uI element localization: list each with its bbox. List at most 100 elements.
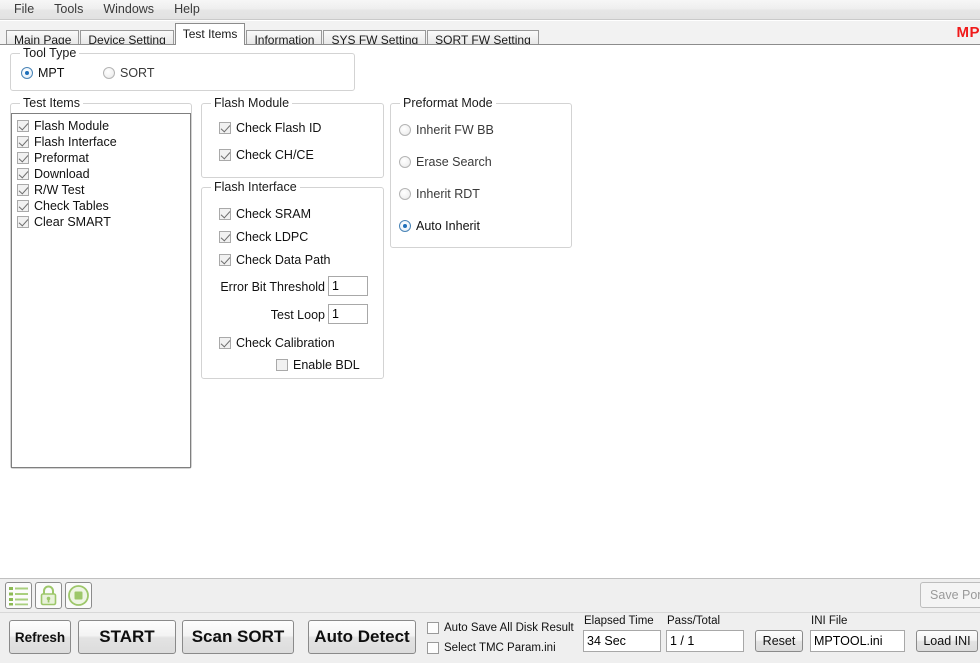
list-item-label: Clear SMART [34,215,111,229]
checkbox-auto-save-all-disk-result[interactable]: Auto Save All Disk Result [427,622,574,634]
radio-dot-icon [21,67,33,79]
radio-label: Inherit RDT [416,187,480,201]
radio-label: MPT [38,66,65,80]
checkbox-icon [219,231,231,243]
application-window: File Tools Windows Help Main Page Device… [0,0,980,663]
preformat-mode-group: Preformat Mode Inherit FW BB Erase Searc… [390,96,572,248]
checkbox-label: Check LDPC [236,230,309,244]
checkbox-icon [219,208,231,220]
menu-windows[interactable]: Windows [94,1,163,19]
reset-button[interactable]: Reset [755,630,803,652]
save-port-button[interactable]: Save Port [920,582,980,608]
menu-file[interactable]: File [5,1,43,19]
list-item-label: Download [34,167,90,181]
scan-sort-button[interactable]: Scan SORT [182,620,294,654]
flash-module-legend: Flash Module [211,96,293,110]
checkbox-enable-bdl[interactable]: Enable BDL [276,358,360,372]
list-item-check-tables[interactable]: Check Tables [17,199,109,213]
list-item-label: Flash Module [34,119,110,133]
radio-auto-inherit[interactable]: Auto Inherit [399,219,480,233]
checkbox-check-sram[interactable]: Check SRAM [219,207,311,221]
lock-icon [40,585,57,606]
radio-dot-icon [399,156,411,168]
checkbox-icon [17,120,29,132]
checkbox-check-flash-id[interactable]: Check Flash ID [219,121,321,135]
checkbox-check-ch-ce[interactable]: Check CH/CE [219,148,314,162]
list-item-label: Flash Interface [34,135,117,149]
checkbox-label: Check SRAM [236,207,312,221]
ini-file-label: INI File [811,615,848,627]
test-loop-label: Test Loop [270,308,325,322]
checkbox-label: Check Data Path [236,253,331,267]
elapsed-time-label: Elapsed Time [584,615,654,627]
checkbox-select-tmc-param[interactable]: Select TMC Param.ini [427,642,556,654]
checkbox-label: Check Calibration [236,336,335,350]
list-item-preformat[interactable]: Preformat [17,151,89,165]
toolbar-divider [0,612,980,613]
radio-label: Auto Inherit [416,219,480,233]
flash-interface-group: Flash Interface Check SRAM Check LDPC Ch… [201,180,384,379]
test-items-legend: Test Items [20,96,83,110]
checkbox-label: Check Flash ID [236,121,322,135]
checkbox-icon [427,642,439,654]
radio-tool-type-sort[interactable]: SORT [103,66,155,80]
refresh-button[interactable]: Refresh [9,620,71,654]
menu-bar: File Tools Windows Help [0,0,980,20]
tab-bar: Main Page Device Setting Test Items Info… [0,21,980,48]
checkbox-label: Check CH/CE [236,148,314,162]
test-loop-input[interactable]: 1 [328,304,368,324]
radio-dot-icon [399,188,411,200]
radio-inherit-fw-bb[interactable]: Inherit FW BB [399,123,494,137]
checkbox-icon [17,200,29,212]
checkbox-icon [276,359,288,371]
preformat-mode-legend: Preformat Mode [400,96,496,110]
test-items-listbox[interactable]: Flash Module Flash Interface Preformat D… [11,113,191,468]
elapsed-time-value: 34 Sec [583,630,661,652]
radio-dot-icon [399,220,411,232]
menu-tools[interactable]: Tools [45,1,92,19]
radio-erase-search[interactable]: Erase Search [399,155,492,169]
checkbox-check-calibration[interactable]: Check Calibration [219,336,335,350]
radio-inherit-rdt[interactable]: Inherit RDT [399,187,480,201]
checkbox-check-ldpc[interactable]: Check LDPC [219,230,308,244]
checkbox-icon [219,149,231,161]
list-item-label: R/W Test [34,183,85,197]
load-ini-button[interactable]: Load INI [916,630,978,652]
list-item-label: Preformat [34,151,89,165]
list-item-label: Check Tables [34,199,109,213]
list-icon-button[interactable] [5,582,32,609]
checkbox-label: Enable BDL [293,358,360,372]
test-items-page: Tool Type MPT SORT Test Items Flash Modu… [0,44,980,578]
radio-label: Inherit FW BB [416,123,494,137]
tool-type-legend: Tool Type [20,46,80,60]
list-item-flash-module[interactable]: Flash Module [17,119,109,133]
list-item-clear-smart[interactable]: Clear SMART [17,215,111,229]
lock-icon-button[interactable] [35,582,62,609]
stop-icon-button[interactable] [65,582,92,609]
radio-tool-type-mpt[interactable]: MPT [21,66,64,80]
list-item-rw-test[interactable]: R/W Test [17,183,84,197]
tab-test-items[interactable]: Test Items [174,23,246,45]
menu-help[interactable]: Help [165,1,209,19]
list-item-flash-interface[interactable]: Flash Interface [17,135,117,149]
checkbox-icon [219,122,231,134]
radio-label: Erase Search [416,155,492,169]
checkbox-check-data-path[interactable]: Check Data Path [219,253,331,267]
checkbox-icon [17,216,29,228]
auto-detect-button[interactable]: Auto Detect [308,620,416,654]
list-item-download[interactable]: Download [17,167,90,181]
start-button[interactable]: START [78,620,176,654]
tool-type-group: Tool Type MPT SORT [10,46,355,91]
checkbox-icon [17,152,29,164]
error-bit-threshold-input[interactable]: 1 [328,276,368,296]
checkbox-icon [427,622,439,634]
ini-file-input[interactable]: MPTOOL.ini [810,630,905,652]
list-icon [9,587,28,606]
flash-interface-legend: Flash Interface [211,180,300,194]
checkbox-icon [219,254,231,266]
radio-label: SORT [120,66,155,80]
checkbox-icon [17,168,29,180]
flash-module-group: Flash Module Check Flash ID Check CH/CE [201,96,384,178]
checkbox-icon [219,337,231,349]
checkbox-label: Select TMC Param.ini [444,642,556,654]
